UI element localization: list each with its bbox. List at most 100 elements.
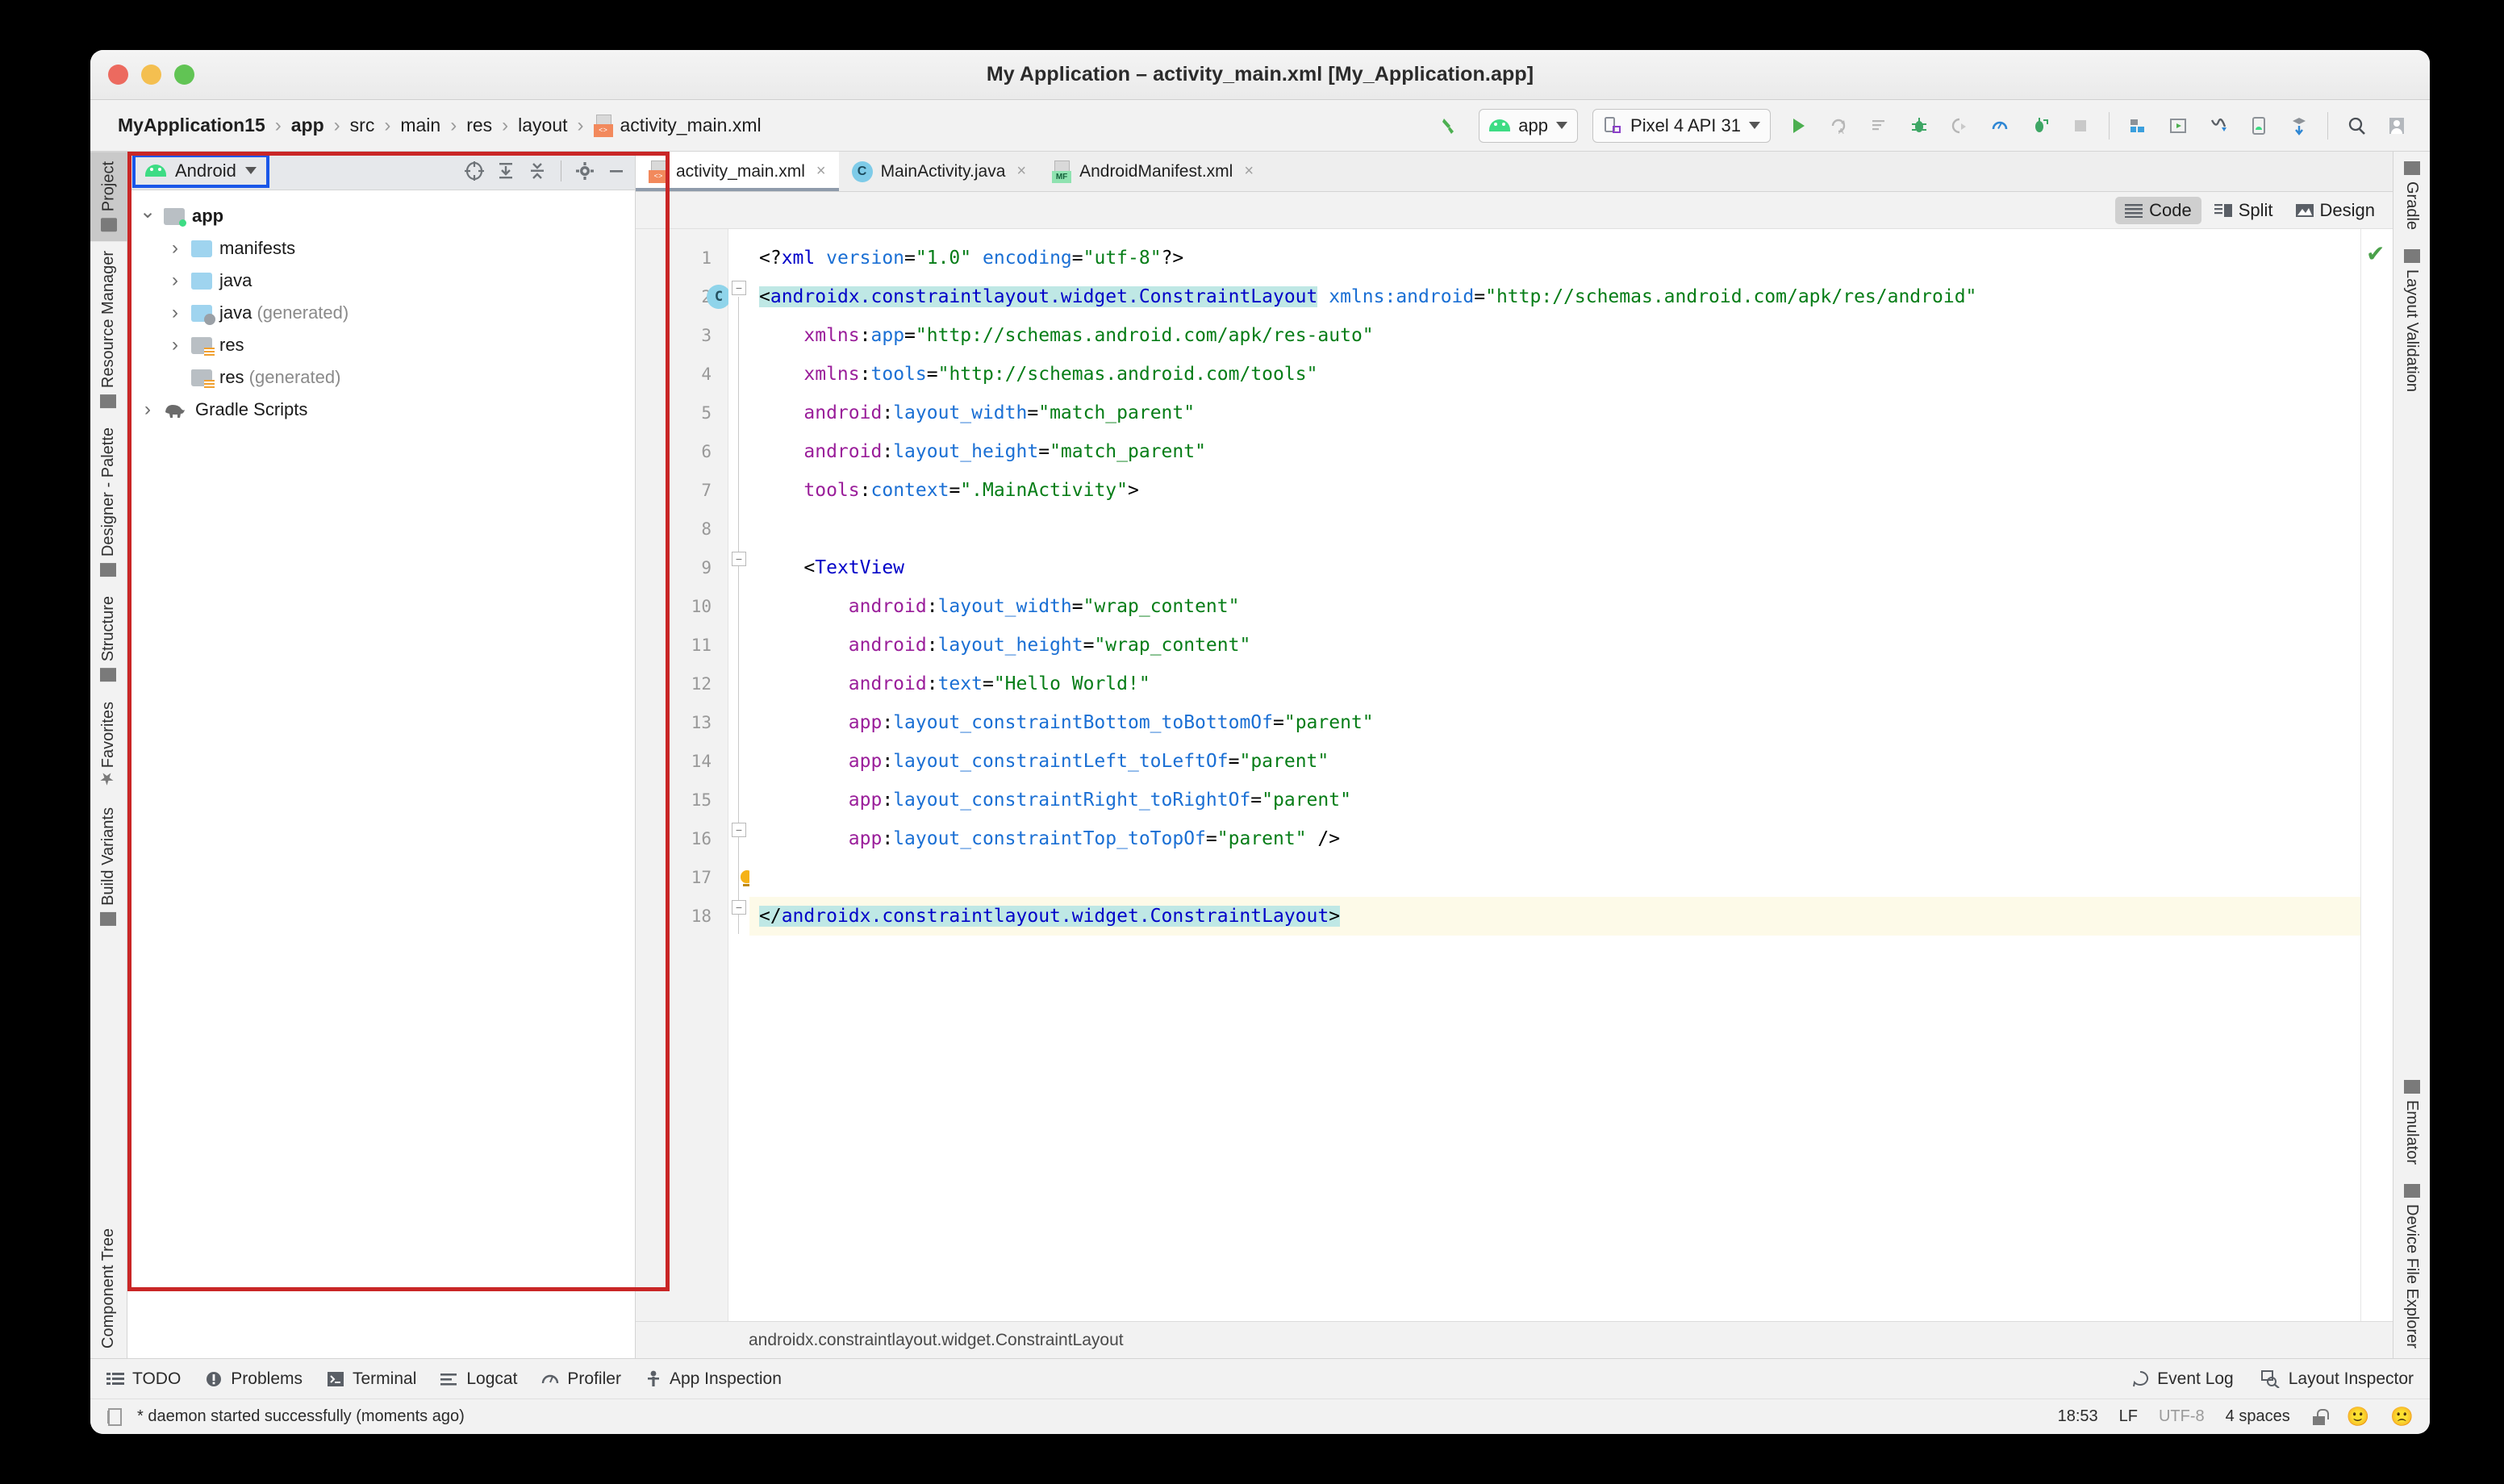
- project-view-selector[interactable]: Android: [132, 153, 269, 188]
- chevron-right-icon[interactable]: [166, 269, 184, 292]
- project-view-label: Android: [175, 160, 236, 181]
- hammer-icon[interactable]: [1433, 107, 1470, 144]
- sidebar-item-emulator[interactable]: Emulator: [2402, 1070, 2421, 1174]
- hide-icon[interactable]: [604, 159, 628, 183]
- sidebar-item-layout-validation[interactable]: Layout Validation: [2402, 240, 2421, 402]
- attach-debugger-icon[interactable]: [1941, 107, 1978, 144]
- editor-breadcrumb[interactable]: androidx.constraintlayout.widget.Constra…: [636, 1321, 2393, 1358]
- profiler-icon[interactable]: [1981, 107, 2018, 144]
- select-opened-file-icon[interactable]: [462, 159, 486, 183]
- sidebar-label-gradle: Gradle: [2403, 181, 2421, 231]
- tab-activity-main-xml[interactable]: activity_main.xml ×: [636, 152, 839, 191]
- fold-toggle-textview-end[interactable]: −: [732, 823, 746, 837]
- sad-face-icon[interactable]: 🙁: [2390, 1406, 2414, 1428]
- bottom-tab-label-event-log: Event Log: [2157, 1369, 2234, 1388]
- device-selector[interactable]: Pixel 4 API 31: [1592, 108, 1771, 143]
- bottom-tab-problems[interactable]: Problems: [205, 1369, 303, 1389]
- fold-toggle-root[interactable]: −: [732, 281, 746, 295]
- sidebar-item-favorites[interactable]: ★ Favorites: [98, 692, 118, 798]
- chevron-right-icon[interactable]: [166, 302, 184, 324]
- logcat-icon[interactable]: [2200, 107, 2237, 144]
- close-icon[interactable]: ×: [1244, 162, 1254, 181]
- breadcrumb-item-res[interactable]: res: [460, 115, 499, 136]
- sidebar-item-component-tree[interactable]: Component Tree: [99, 1219, 118, 1358]
- generated-folder-icon: [191, 304, 215, 325]
- debug-icon[interactable]: [1901, 107, 1938, 144]
- run-with-coverage-icon[interactable]: [2022, 107, 2059, 144]
- close-icon[interactable]: ×: [816, 162, 826, 181]
- sidebar-item-resource-manager[interactable]: Resource Manager: [99, 241, 118, 418]
- bottom-tab-todo[interactable]: TODO: [106, 1369, 181, 1389]
- run-icon[interactable]: [1780, 107, 1817, 144]
- tree-item-app[interactable]: app: [127, 200, 635, 232]
- bottom-tab-app-inspection[interactable]: App Inspection: [645, 1369, 782, 1389]
- bottom-tab-layout-inspector[interactable]: Layout Inspector: [2260, 1369, 2414, 1389]
- device-manager-icon[interactable]: [2240, 107, 2277, 144]
- project-tool-window: Android ⌄ app › manifests › java › java …: [127, 152, 670, 1358]
- chevron-down-icon[interactable]: [139, 205, 156, 228]
- breadcrumb-item-file[interactable]: activity_main.xml: [587, 114, 768, 137]
- tab-code-view[interactable]: Code: [2115, 196, 2201, 224]
- tab-design-view[interactable]: Design: [2286, 197, 2385, 224]
- run-configuration-selector[interactable]: app: [1479, 108, 1579, 143]
- settings-gear-icon[interactable]: [573, 159, 597, 183]
- apply-changes-icon[interactable]: A: [1820, 107, 1857, 144]
- stop-icon[interactable]: [2062, 107, 2099, 144]
- sidebar-item-designer-palette[interactable]: Designer - Palette: [99, 418, 118, 586]
- breadcrumb-item-project[interactable]: MyApplication15: [111, 115, 272, 136]
- apply-code-changes-icon[interactable]: [1860, 107, 1897, 144]
- code-line-5: android:layout_width="match_parent": [803, 402, 1196, 423]
- tree-item-res-generated[interactable]: res (generated): [127, 361, 635, 394]
- collapse-all-icon[interactable]: [525, 159, 549, 183]
- search-icon[interactable]: [2338, 107, 2375, 144]
- sync-gradle-icon[interactable]: [2281, 107, 2318, 144]
- bottom-tab-logcat[interactable]: Logcat: [440, 1369, 517, 1389]
- class-gutter-marker[interactable]: C: [707, 285, 731, 309]
- tab-split-view[interactable]: Split: [2205, 197, 2283, 224]
- inspection-gutter[interactable]: ✔: [2360, 229, 2393, 1321]
- status-indent[interactable]: 4 spaces: [2226, 1407, 2290, 1426]
- code-icon: [2125, 203, 2143, 218]
- breadcrumb-item-layout[interactable]: layout: [511, 115, 574, 136]
- toolbar-actions: app Pixel 4 API 31 A: [1433, 107, 2415, 144]
- happy-face-icon[interactable]: 🙂: [2347, 1406, 2370, 1428]
- chevron-right-icon[interactable]: [166, 334, 184, 356]
- profiler-icon: [542, 1374, 559, 1383]
- expand-all-icon[interactable]: [494, 159, 518, 183]
- tree-item-manifests[interactable]: manifests: [127, 232, 635, 265]
- tree-item-gradle-scripts[interactable]: Gradle Scripts: [127, 394, 635, 426]
- folder-icon: [100, 218, 117, 232]
- close-icon[interactable]: ×: [1016, 162, 1026, 181]
- bottom-tab-terminal[interactable]: Terminal: [327, 1369, 416, 1389]
- code-editor[interactable]: 1 2 C 3 4 5 6 7 8 9 10 11 12 13 14: [636, 229, 2393, 1321]
- bottom-tab-profiler[interactable]: Profiler: [541, 1369, 621, 1389]
- sdk-manager-icon[interactable]: [2119, 107, 2156, 144]
- status-bar-right: 18:53 LF UTF-8 4 spaces 🙂 🙁: [2058, 1406, 2414, 1428]
- tab-android-manifest-xml[interactable]: AndroidManifest.xml ×: [1039, 152, 1267, 191]
- avd-manager-icon[interactable]: [2160, 107, 2197, 144]
- fold-toggle-root-end[interactable]: −: [732, 900, 746, 915]
- bottom-tab-event-log[interactable]: Event Log: [2131, 1369, 2234, 1389]
- breadcrumb-item-app[interactable]: app: [285, 115, 331, 136]
- tree-item-java[interactable]: java: [127, 265, 635, 297]
- tree-item-res[interactable]: res: [127, 329, 635, 361]
- sidebar-item-gradle[interactable]: Gradle: [2402, 152, 2421, 240]
- tab-main-activity-java[interactable]: C MainActivity.java ×: [839, 152, 1040, 191]
- breadcrumb-item-src[interactable]: src: [344, 115, 382, 136]
- code-folding-gutter[interactable]: − − − −: [728, 229, 753, 1321]
- unlocked-icon[interactable]: [2311, 1408, 2329, 1425]
- tree-item-java-generated[interactable]: java (generated): [127, 297, 635, 329]
- chevron-right-icon[interactable]: [139, 398, 156, 421]
- breadcrumb-separator: ›: [577, 114, 584, 136]
- status-encoding[interactable]: UTF-8: [2159, 1407, 2205, 1426]
- chevron-right-icon[interactable]: [166, 237, 184, 260]
- code-text[interactable]: <?xml version="1.0" encoding="utf-8"?> <…: [749, 229, 2360, 1321]
- status-line-separator[interactable]: LF: [2119, 1407, 2138, 1426]
- fold-toggle-textview[interactable]: −: [732, 552, 746, 566]
- sidebar-item-build-variants[interactable]: Build Variants: [99, 798, 118, 936]
- avatar-icon[interactable]: [2378, 107, 2415, 144]
- sidebar-item-structure[interactable]: Structure: [99, 586, 118, 691]
- sidebar-item-project[interactable]: Project: [90, 152, 127, 242]
- sidebar-item-device-file-explorer[interactable]: Device File Explorer: [2402, 1174, 2421, 1358]
- breadcrumb-item-main[interactable]: main: [394, 115, 447, 136]
